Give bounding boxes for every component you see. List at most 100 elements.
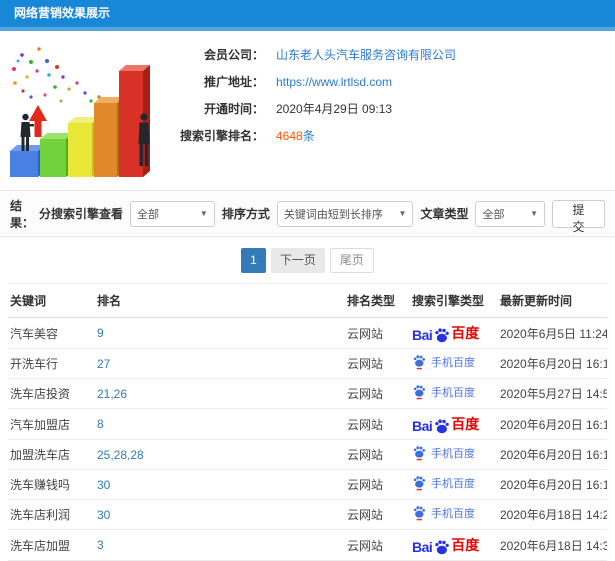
results-table-wrap: 关键词 排名 排名类型 搜索引擎类型 最新更新时间 汽车美容 9 云网站 Bai…: [0, 283, 615, 561]
baidu-logo: Bai 百度: [412, 325, 480, 343]
sort-label: 排序方式: [221, 207, 270, 221]
rank-link[interactable]: 25,28,28: [97, 448, 144, 462]
table-row: 洗车赚钱吗 30 云网站 手机百度 2020年6月20日 16:12: [8, 469, 607, 500]
article-type-label: 文章类型: [420, 207, 469, 221]
mobile-baidu-paw-icon: [413, 446, 426, 461]
table-row: 汽车美容 9 云网站 Bai 百度 2020年6月5日 11:24: [8, 317, 607, 349]
baidu-paw-icon: [435, 419, 450, 434]
rank-type-cell: 云网站: [345, 378, 410, 409]
company-link[interactable]: 山东老人头汽车服务咨询有限公司: [276, 46, 456, 63]
rank-link[interactable]: 9: [97, 326, 104, 340]
engine-filter-select[interactable]: 全部 ▼: [129, 200, 215, 227]
column-header-rank-type: 排名类型: [345, 283, 410, 318]
keyword-cell: 汽车美容: [8, 317, 95, 349]
open-time-value: 2020年4月29日 09:13: [276, 102, 393, 116]
site-label: 推广地址：: [203, 75, 264, 89]
rank-type-cell: 云网站: [345, 348, 410, 379]
baidu-paw-icon: [435, 328, 450, 343]
bar-chart-illustration: [0, 31, 168, 189]
rank-link[interactable]: 8: [97, 417, 104, 431]
updated-cell: 2020年6月20日 16:12: [498, 408, 607, 440]
member-info-list: 会员公司： 山东老人头汽车服务咨询有限公司 推广地址： https://www.…: [168, 31, 456, 149]
chevron-down-icon: ▼: [199, 209, 208, 218]
rank-count-number: 4648: [276, 129, 303, 143]
mobile-baidu-logo: 手机百度: [412, 354, 475, 370]
pagination: 1 下一页 尾页: [0, 237, 615, 283]
site-link[interactable]: https://www.lrtlsd.com: [276, 75, 392, 89]
table-row: 汽车加盟店 8 云网站 Bai 百度 2020年6月20日 16:12: [8, 408, 607, 440]
baidu-logo: Bai 百度: [412, 537, 480, 555]
table-row: 洗车店投资 21,26 云网站 手机百度 2020年5月27日 14:58: [8, 378, 607, 409]
last-page-button[interactable]: 尾页: [329, 247, 374, 273]
updated-cell: 2020年6月20日 16:16: [498, 348, 607, 379]
baidu-logo: Bai 百度: [412, 416, 480, 434]
filter-bar: 结果： 分搜索引擎查看 全部 ▼ 排序方式 关键词由短到长排序 ▼ 文章类型 全…: [0, 190, 615, 237]
keyword-cell: 洗车店投资: [8, 378, 95, 409]
column-header-updated: 最新更新时间: [498, 283, 607, 318]
updated-cell: 2020年6月5日 11:24: [498, 317, 607, 349]
keyword-cell: 洗车店加盟: [8, 529, 95, 561]
rank-link[interactable]: 30: [97, 478, 110, 492]
member-info-section: 会员公司： 山东老人头汽车服务咨询有限公司 推广地址： https://www.…: [0, 31, 615, 190]
chevron-down-icon: ▼: [398, 209, 407, 218]
chevron-down-icon: ▼: [530, 209, 538, 218]
page-1-button[interactable]: 1: [241, 247, 266, 273]
article-type-selected: 全部: [482, 208, 505, 221]
filter-controls: 分搜索引擎查看 全部 ▼ 排序方式 关键词由短到长排序 ▼ 文章类型 全部 ▼ …: [38, 199, 605, 234]
rank-type-cell: 云网站: [345, 499, 410, 530]
confetti-dots: [12, 47, 107, 111]
rank-type-cell: 云网站: [345, 317, 410, 349]
table-row: 洗车店加盟 3 云网站 Bai 百度 2020年6月18日 14:30: [8, 529, 607, 561]
updated-cell: 2020年5月27日 14:58: [498, 378, 607, 409]
article-type-select[interactable]: 全部 ▼: [475, 200, 545, 227]
site-row: 推广地址： https://www.lrtlsd.com: [168, 68, 456, 95]
mobile-baidu-paw-icon: [413, 385, 426, 400]
open-time-label: 开通时间：: [203, 102, 264, 116]
keyword-cell: 加盟洗车店: [8, 439, 95, 470]
engine-filter-selected: 全部: [136, 208, 159, 221]
next-page-button[interactable]: 下一页: [270, 247, 325, 273]
company-label: 会员公司：: [203, 48, 264, 62]
up-arrow: [29, 105, 47, 137]
open-time-row: 开通时间： 2020年4月29日 09:13: [168, 95, 456, 122]
mobile-baidu-logo: 手机百度: [412, 505, 475, 521]
submit-button[interactable]: 提交: [552, 199, 605, 234]
table-header-row: 关键词 排名 排名类型 搜索引擎类型 最新更新时间: [8, 283, 607, 318]
table-row: 洗车店利润 30 云网站 手机百度 2020年6月18日 14:27: [8, 499, 607, 530]
table-row: 加盟洗车店 25,28,28 云网站 手机百度 2020年6月20日 16:11: [8, 439, 607, 470]
rank-type-cell: 云网站: [345, 439, 410, 470]
mobile-baidu-logo: 手机百度: [412, 384, 475, 400]
rank-link[interactable]: 27: [97, 357, 110, 371]
rank-count-value: 4648条: [276, 127, 315, 144]
keyword-cell: 洗车赚钱吗: [8, 469, 95, 500]
company-row: 会员公司： 山东老人头汽车服务咨询有限公司: [168, 41, 456, 68]
updated-cell: 2020年6月18日 14:27: [498, 499, 607, 530]
column-header-keyword: 关键词: [8, 283, 95, 318]
rank-link[interactable]: 30: [97, 508, 110, 522]
keyword-ranking-table: 关键词 排名 排名类型 搜索引擎类型 最新更新时间 汽车美容 9 云网站 Bai…: [8, 283, 607, 561]
rank-link[interactable]: 21,26: [97, 387, 127, 401]
rank-count-row: 搜索引擎排名： 4648条: [168, 122, 456, 149]
growth-chart-image: [10, 47, 150, 177]
updated-cell: 2020年6月20日 16:12: [498, 469, 607, 500]
rank-link[interactable]: 3: [97, 538, 104, 552]
mobile-baidu-paw-icon: [413, 476, 426, 491]
keyword-cell: 洗车店利润: [8, 499, 95, 530]
updated-cell: 2020年6月20日 16:11: [498, 439, 607, 470]
sort-selected: 关键词由短到长排序: [283, 208, 383, 221]
table-row: 开洗车行 27 云网站 手机百度 2020年6月20日 16:16: [8, 348, 607, 379]
rank-count-label: 搜索引擎排名：: [179, 129, 264, 143]
sort-select[interactable]: 关键词由短到长排序 ▼: [276, 200, 414, 227]
rank-type-cell: 云网站: [345, 408, 410, 440]
keyword-cell: 开洗车行: [8, 348, 95, 379]
engine-filter-label: 分搜索引擎查看: [38, 207, 123, 221]
baidu-paw-icon: [435, 540, 450, 555]
rank-type-cell: 云网站: [345, 469, 410, 500]
updated-cell: 2020年6月18日 14:30: [498, 529, 607, 561]
keyword-cell: 汽车加盟店: [8, 408, 95, 440]
mobile-baidu-logo: 手机百度: [412, 445, 475, 461]
rank-type-cell: 云网站: [345, 529, 410, 561]
result-label: 结果：: [10, 198, 35, 230]
mobile-baidu-logo: 手机百度: [412, 475, 475, 491]
rank-count-unit: 条: [302, 129, 315, 143]
